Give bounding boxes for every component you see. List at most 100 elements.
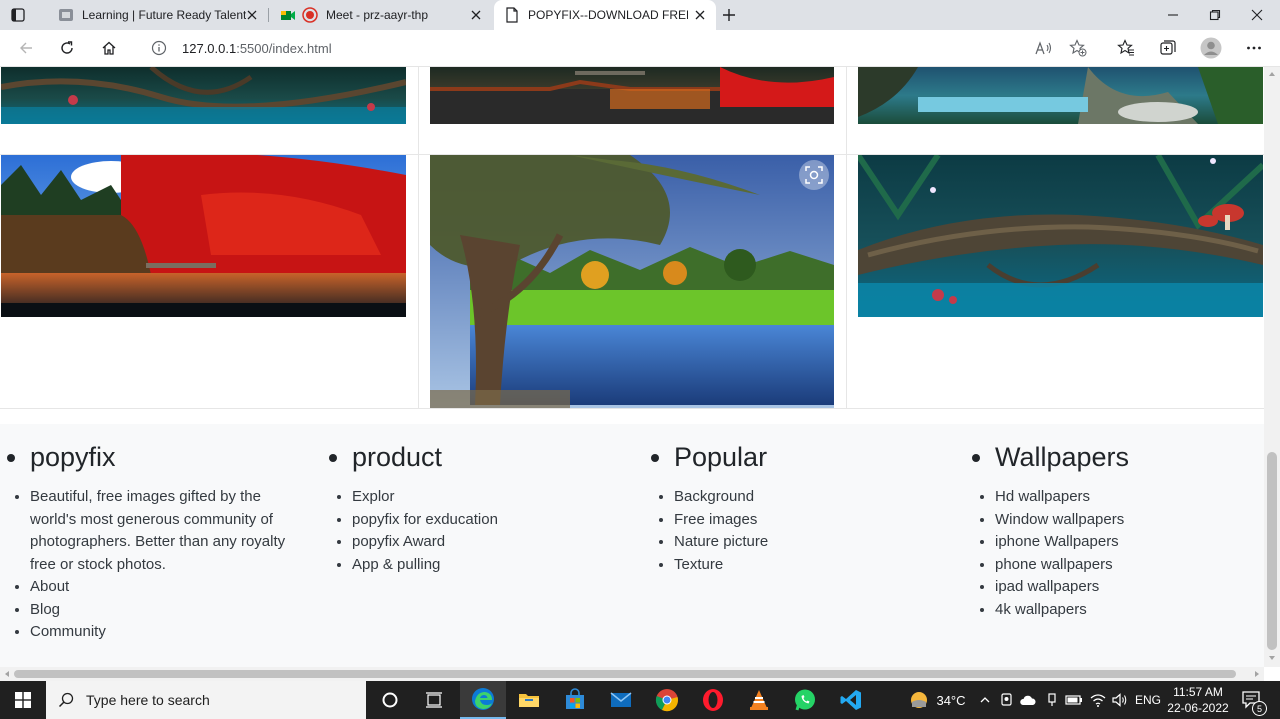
tray-battery[interactable] xyxy=(1064,681,1084,719)
task-view-button[interactable] xyxy=(414,681,454,719)
minimize-button[interactable] xyxy=(1152,0,1194,30)
taskbar-search-box[interactable]: Type here to search xyxy=(46,681,366,719)
page-favicon-icon xyxy=(506,7,518,23)
footer-link-award[interactable]: popyfix Award xyxy=(352,531,622,554)
tray-clock[interactable]: 11:57 AM 22-06-2022 xyxy=(1166,681,1230,719)
tab-actions-icon xyxy=(11,8,25,22)
footer-link-phone[interactable]: phone wallpapers xyxy=(995,554,1255,577)
url-host: 127.0.0.1 xyxy=(182,40,237,56)
show-hidden-icons-button[interactable] xyxy=(976,681,994,719)
tab-popyfix[interactable]: POPYFIX--DOWNLOAD FREE WA xyxy=(494,0,716,30)
tree-reflection-picture xyxy=(430,155,834,408)
taskbar-app-whatsapp[interactable] xyxy=(782,681,828,719)
footer-link-free-images[interactable]: Free images xyxy=(674,509,944,532)
site-footer: popyfix Beautiful, free images gifted by… xyxy=(0,424,1264,667)
cortana-button[interactable] xyxy=(370,681,410,719)
footer-link-education[interactable]: popyfix for exducation xyxy=(352,509,622,532)
footer-link-texture[interactable]: Texture xyxy=(674,554,944,577)
language-indicator: ENG xyxy=(1134,693,1161,707)
vertical-scroll-thumb[interactable] xyxy=(1267,452,1277,650)
page-viewport: popyfix Beautiful, free images gifted by… xyxy=(0,67,1264,667)
footer-link-blog[interactable]: Blog xyxy=(30,599,300,622)
footer-link-4k[interactable]: 4k wallpapers xyxy=(995,599,1255,622)
tab-close-button[interactable] xyxy=(244,7,260,23)
favorites-button[interactable] xyxy=(1112,35,1140,61)
profile-button[interactable] xyxy=(1197,35,1225,61)
scroll-left-icon xyxy=(5,671,9,677)
cloud-icon xyxy=(1020,695,1036,705)
footer-link-app[interactable]: App & pulling xyxy=(352,554,622,577)
footer-link-iphone[interactable]: iphone Wallpapers xyxy=(995,531,1255,554)
taskbar-app-vlc[interactable] xyxy=(736,681,782,719)
new-tab-button[interactable] xyxy=(722,0,746,30)
gallery-image-fantasy-forest-log[interactable] xyxy=(858,155,1263,317)
gallery-image-waterfall-cave[interactable] xyxy=(858,67,1263,124)
taskbar-app-file-explorer[interactable] xyxy=(506,681,552,719)
tab-close-button[interactable] xyxy=(468,7,484,23)
read-aloud-button[interactable] xyxy=(1035,40,1053,61)
horizontal-scroll-thumb[interactable] xyxy=(14,670,1236,678)
footer-link-community[interactable]: Community xyxy=(30,621,300,644)
tray-usb[interactable] xyxy=(1042,681,1062,719)
refresh-button[interactable] xyxy=(53,35,81,61)
weather-widget[interactable]: 34°C xyxy=(904,681,970,719)
footer-link-ipad[interactable]: ipad wallpapers xyxy=(995,576,1255,599)
taskbar-app-store[interactable] xyxy=(552,681,598,719)
add-favorite-button[interactable] xyxy=(1069,39,1087,62)
taskbar-app-mail[interactable] xyxy=(598,681,644,719)
footer-link-hd[interactable]: Hd wallpapers xyxy=(995,486,1255,509)
chevron-up-icon xyxy=(980,697,990,703)
tab-close-button[interactable] xyxy=(692,7,708,23)
close-icon xyxy=(247,10,257,20)
footer-link-explor[interactable]: Explor xyxy=(352,486,622,509)
waterfall-cave-picture xyxy=(858,67,1263,124)
taskbar-app-opera[interactable] xyxy=(690,681,736,719)
tray-language[interactable]: ENG xyxy=(1134,681,1162,719)
footer-link-nature-picture[interactable]: Nature picture xyxy=(674,531,944,554)
close-window-button[interactable] xyxy=(1236,0,1278,30)
gallery-image-tree-reflection[interactable] xyxy=(430,155,834,408)
autumn-lake-picture xyxy=(430,67,834,124)
volume-icon xyxy=(1112,693,1127,707)
vertical-scrollbar[interactable] xyxy=(1264,67,1280,667)
tab-separator xyxy=(268,8,269,22)
restore-button[interactable] xyxy=(1194,0,1236,30)
home-icon xyxy=(102,41,116,55)
read-aloud-icon xyxy=(1035,41,1052,55)
gallery-image-red-maple-lake[interactable] xyxy=(1,155,406,317)
refresh-icon xyxy=(61,41,73,54)
weather-sun-icon xyxy=(911,692,928,708)
tray-onedrive[interactable] xyxy=(1018,681,1038,719)
star-add-icon xyxy=(1069,39,1087,57)
gallery-image-autumn-lake[interactable] xyxy=(430,67,834,124)
url-text: 127.0.0.1:5500/index.html xyxy=(182,41,332,56)
start-button[interactable] xyxy=(0,681,46,719)
address-bar[interactable]: 127.0.0.1:5500/index.html xyxy=(138,34,1104,62)
tab-actions-button[interactable] xyxy=(10,0,36,30)
notification-center-button[interactable]: 5 xyxy=(1234,681,1270,719)
home-button[interactable] xyxy=(95,35,123,61)
tray-meet-now[interactable] xyxy=(998,681,1016,719)
footer-link-about[interactable]: About xyxy=(30,576,300,599)
taskbar-app-vscode[interactable] xyxy=(828,681,874,719)
tab-learning[interactable]: Learning | Future Ready Talent xyxy=(48,0,268,30)
taskbar-app-edge[interactable] xyxy=(460,681,506,719)
footer-link-window[interactable]: Window wallpapers xyxy=(995,509,1255,532)
tray-volume[interactable] xyxy=(1110,681,1130,719)
meet-favicon-icon xyxy=(281,11,295,20)
column-divider xyxy=(846,67,847,408)
tray-wifi[interactable] xyxy=(1088,681,1108,719)
vscode-icon xyxy=(840,690,861,710)
collections-button[interactable] xyxy=(1154,35,1182,61)
horizontal-scrollbar[interactable] xyxy=(0,667,1264,681)
vlc-icon xyxy=(750,690,768,710)
footer-link-background[interactable]: Background xyxy=(674,486,944,509)
gallery-image-fantasy-forest[interactable] xyxy=(1,67,406,124)
back-button[interactable] xyxy=(12,35,40,61)
collections-icon xyxy=(1160,40,1176,55)
settings-menu-button[interactable] xyxy=(1240,35,1268,61)
tab-meet[interactable]: Meet - prz-aayr-thp xyxy=(270,0,492,30)
taskbar-app-chrome[interactable] xyxy=(644,681,690,719)
visual-search-button[interactable] xyxy=(799,160,829,190)
learning-favicon-icon xyxy=(59,9,73,21)
